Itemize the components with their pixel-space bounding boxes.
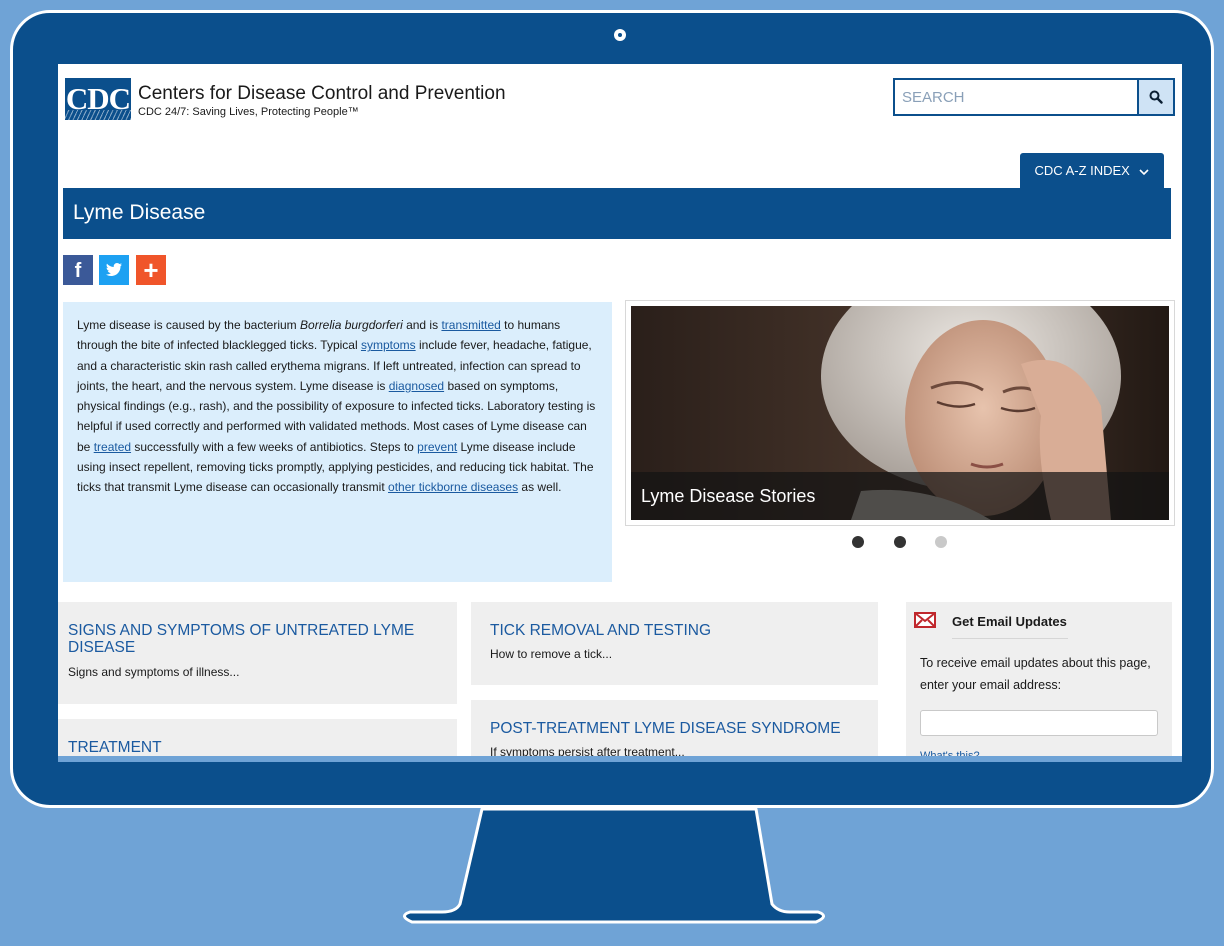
- link-symptoms[interactable]: symptoms: [361, 338, 416, 352]
- intro-text: Lyme disease is caused by the bacterium …: [63, 302, 612, 582]
- plus-share-icon[interactable]: +: [136, 255, 166, 285]
- link-other-tickborne-diseases[interactable]: other tickborne diseases: [388, 480, 518, 494]
- link-prevent[interactable]: prevent: [417, 440, 457, 454]
- link-transmitted[interactable]: transmitted: [441, 318, 500, 332]
- link-treated[interactable]: treated: [94, 440, 131, 454]
- carousel-caption[interactable]: Lyme Disease Stories: [631, 472, 1169, 520]
- card-title[interactable]: TREATMENT: [68, 739, 162, 756]
- carousel: Lyme Disease Stories: [625, 300, 1175, 526]
- org-tagline: CDC 24/7: Saving Lives, Protecting Peopl…: [138, 106, 359, 118]
- facebook-share-icon[interactable]: f: [63, 255, 93, 285]
- card-signs-symptoms[interactable]: SIGNS AND SYMPTOMS OF UNTREATED LYME DIS…: [58, 602, 457, 704]
- carousel-slide-image[interactable]: Lyme Disease Stories: [631, 306, 1169, 520]
- chevron-down-icon: [1139, 168, 1150, 175]
- email-updates-text: To receive email updates about this page…: [920, 656, 1151, 692]
- intro-text-part: successfully with a few weeks of antibio…: [131, 439, 418, 454]
- card-description: How to remove a tick...: [490, 647, 613, 661]
- intro-text-part: as well.: [518, 480, 562, 495]
- link-diagnosed[interactable]: diagnosed: [389, 379, 444, 393]
- search-button[interactable]: [1139, 78, 1175, 116]
- divider: [952, 638, 1068, 639]
- card-tick-removal[interactable]: TICK REMOVAL AND TESTING How to remove a…: [471, 602, 878, 685]
- twitter-share-icon[interactable]: [99, 255, 129, 285]
- az-index-label: CDC A-Z INDEX: [1034, 163, 1130, 178]
- card-title[interactable]: TICK REMOVAL AND TESTING: [490, 622, 711, 639]
- carousel-dot-2[interactable]: [894, 536, 906, 548]
- bacterium-name: Borrelia burgdorferi: [300, 318, 403, 332]
- screen-bottom-border: [58, 756, 1182, 762]
- carousel-dot-3[interactable]: [935, 536, 947, 548]
- page-title-bar: Lyme Disease: [63, 188, 1171, 239]
- card-title[interactable]: POST-TREATMENT LYME DISEASE SYNDROME: [490, 720, 841, 737]
- intro-text-part: Lyme disease is caused by the bacterium: [77, 318, 301, 332]
- card-title[interactable]: SIGNS AND SYMPTOMS OF UNTREATED LYME DIS…: [68, 622, 448, 656]
- screen-top-border: [58, 58, 1182, 64]
- email-input[interactable]: [920, 710, 1158, 736]
- page-title: Lyme Disease: [73, 201, 206, 224]
- search-icon: [1149, 90, 1163, 104]
- envelope-icon: [914, 612, 936, 628]
- card-post-treatment[interactable]: POST-TREATMENT LYME DISEASE SYNDROME If …: [471, 700, 878, 762]
- az-index-button[interactable]: CDC A-Z INDEX: [1020, 153, 1164, 188]
- email-updates-panel: Get Email Updates To receive email updat…: [906, 602, 1172, 762]
- browser-screen: CDC Centers for Disease Control and Prev…: [58, 58, 1182, 762]
- cdc-logo[interactable]: CDC: [65, 78, 131, 120]
- intro-text-part: and is: [402, 318, 442, 332]
- carousel-dot-1[interactable]: [852, 536, 864, 548]
- email-updates-title: Get Email Updates: [952, 614, 1067, 629]
- org-name[interactable]: Centers for Disease Control and Preventi…: [138, 83, 506, 105]
- card-description: Signs and symptoms of illness...: [68, 665, 240, 679]
- search-input[interactable]: [893, 78, 1139, 116]
- twitter-bird-icon: [106, 263, 122, 276]
- camera-icon: [614, 29, 626, 41]
